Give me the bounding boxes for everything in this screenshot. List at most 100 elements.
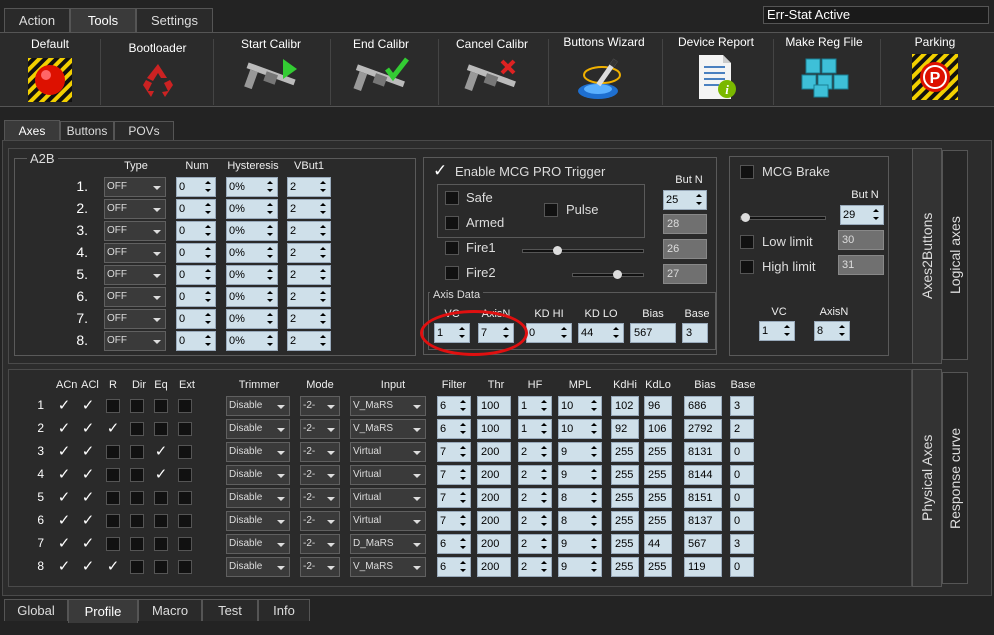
hf-stepper[interactable]: 1 [518,396,552,416]
a2b-hysteresis-stepper[interactable]: 0% [226,331,278,351]
fire2-checkbox[interactable] [445,266,459,280]
a2b-num-stepper[interactable]: 0 [176,331,216,351]
tab-buttons[interactable]: Buttons [60,121,114,140]
input-dropdown[interactable]: Virtual [350,511,426,531]
input-dropdown[interactable]: V_MaRS [350,557,426,577]
device-report-button[interactable]: Device Report i [668,33,764,107]
phys-checkbox[interactable] [178,537,192,551]
a2b-type-dropdown[interactable]: OFF [104,309,166,329]
a2b-type-dropdown[interactable]: OFF [104,287,166,307]
a2b-hysteresis-stepper[interactable]: 0% [226,177,278,197]
high-limit-checkbox[interactable] [740,260,754,274]
filter-stepper[interactable]: 6 [437,396,471,416]
tab-profile[interactable]: Profile [68,599,138,623]
thr-field[interactable]: 200 [477,557,511,577]
thr-field[interactable]: 100 [477,419,511,439]
bias-field[interactable]: 8151 [684,488,722,508]
a2b-vbut1-stepper[interactable]: 2 [287,331,331,351]
a2b-num-stepper[interactable]: 0 [176,221,216,241]
phys-checkbox[interactable] [154,560,168,574]
mpl-stepper[interactable]: 9 [558,465,602,485]
hf-stepper[interactable]: 2 [518,465,552,485]
tab-info[interactable]: Info [258,599,310,621]
input-dropdown[interactable]: V_MaRS [350,396,426,416]
kdhi-field[interactable]: 255 [611,442,639,462]
hf-stepper[interactable]: 2 [518,534,552,554]
safe-checkbox[interactable] [445,191,459,205]
mode-dropdown[interactable]: -2- [300,534,340,554]
fire1-slider[interactable] [522,249,644,253]
phys-checkbox[interactable] [178,445,192,459]
phys-checkbox-checked[interactable]: ✓ [81,513,95,528]
mpl-stepper[interactable]: 8 [558,488,602,508]
base-field[interactable]: 0 [730,488,754,508]
trimmer-dropdown[interactable]: Disable [226,511,290,531]
a2b-type-dropdown[interactable]: OFF [104,243,166,263]
input-dropdown[interactable]: Virtual [350,442,426,462]
filter-stepper[interactable]: 6 [437,557,471,577]
phys-checkbox[interactable] [106,537,120,551]
kdlo-field[interactable]: 255 [644,511,672,531]
trimmer-dropdown[interactable]: Disable [226,465,290,485]
tab-axes2buttons[interactable]: Axes2Buttons [912,148,942,364]
phys-checkbox[interactable] [178,560,192,574]
kdhi-field[interactable]: 92 [611,419,639,439]
phys-checkbox[interactable] [106,468,120,482]
input-dropdown[interactable]: V_MaRS [350,419,426,439]
bias-field[interactable]: 686 [684,396,722,416]
trimmer-dropdown[interactable]: Disable [226,534,290,554]
a2b-hysteresis-stepper[interactable]: 0% [226,243,278,263]
armed-checkbox[interactable] [445,216,459,230]
ad-kdlo-stepper[interactable]: 44 [578,323,624,343]
trimmer-dropdown[interactable]: Disable [226,488,290,508]
low-limit-checkbox[interactable] [740,235,754,249]
a2b-type-dropdown[interactable]: OFF [104,265,166,285]
trimmer-dropdown[interactable]: Disable [226,442,290,462]
enable-mcg-checkbox[interactable]: ✓ [433,162,447,179]
mode-dropdown[interactable]: -2- [300,557,340,577]
a2b-vbut1-stepper[interactable]: 2 [287,177,331,197]
kdlo-field[interactable]: 96 [644,396,672,416]
brake-slider[interactable] [740,216,826,220]
mode-dropdown[interactable]: -2- [300,511,340,531]
filter-stepper[interactable]: 7 [437,465,471,485]
filter-stepper[interactable]: 7 [437,511,471,531]
bias-field[interactable]: 567 [684,534,722,554]
phys-checkbox-checked[interactable]: ✓ [57,490,71,505]
mpl-stepper[interactable]: 8 [558,511,602,531]
mode-dropdown[interactable]: -2- [300,396,340,416]
phys-checkbox-checked[interactable]: ✓ [81,490,95,505]
phys-checkbox-checked[interactable]: ✓ [81,444,95,459]
phys-checkbox[interactable] [154,514,168,528]
a2b-type-dropdown[interactable]: OFF [104,331,166,351]
mcg-butn-stepper[interactable]: 25 [663,190,707,210]
buttons-wizard-button[interactable]: Buttons Wizard [556,33,652,107]
a2b-num-stepper[interactable]: 0 [176,199,216,219]
default-button[interactable]: Default [5,33,95,107]
a2b-hysteresis-stepper[interactable]: 0% [226,287,278,307]
ad-bias-field[interactable]: 567 [630,323,676,343]
tab-global[interactable]: Global [4,599,68,621]
mpl-stepper[interactable]: 10 [558,396,602,416]
mode-dropdown[interactable]: -2- [300,488,340,508]
input-dropdown[interactable]: Virtual [350,465,426,485]
phys-checkbox[interactable] [130,537,144,551]
hf-stepper[interactable]: 2 [518,557,552,577]
phys-checkbox-checked[interactable]: ✓ [81,467,95,482]
phys-checkbox-checked[interactable]: ✓ [57,536,71,551]
a2b-hysteresis-stepper[interactable]: 0% [226,309,278,329]
ad-base-field[interactable]: 3 [682,323,708,343]
phys-checkbox-checked[interactable]: ✓ [81,536,95,551]
brake-butn-stepper[interactable]: 29 [840,205,884,225]
bias-field[interactable]: 2792 [684,419,722,439]
filter-stepper[interactable]: 6 [437,419,471,439]
phys-checkbox-checked[interactable]: ✓ [57,398,71,413]
phys-checkbox[interactable] [106,399,120,413]
trimmer-dropdown[interactable]: Disable [226,419,290,439]
kdlo-field[interactable]: 255 [644,488,672,508]
thr-field[interactable]: 200 [477,442,511,462]
phys-checkbox[interactable] [178,422,192,436]
mpl-stepper[interactable]: 9 [558,557,602,577]
phys-checkbox[interactable] [154,399,168,413]
tab-axes[interactable]: Axes [4,120,60,140]
